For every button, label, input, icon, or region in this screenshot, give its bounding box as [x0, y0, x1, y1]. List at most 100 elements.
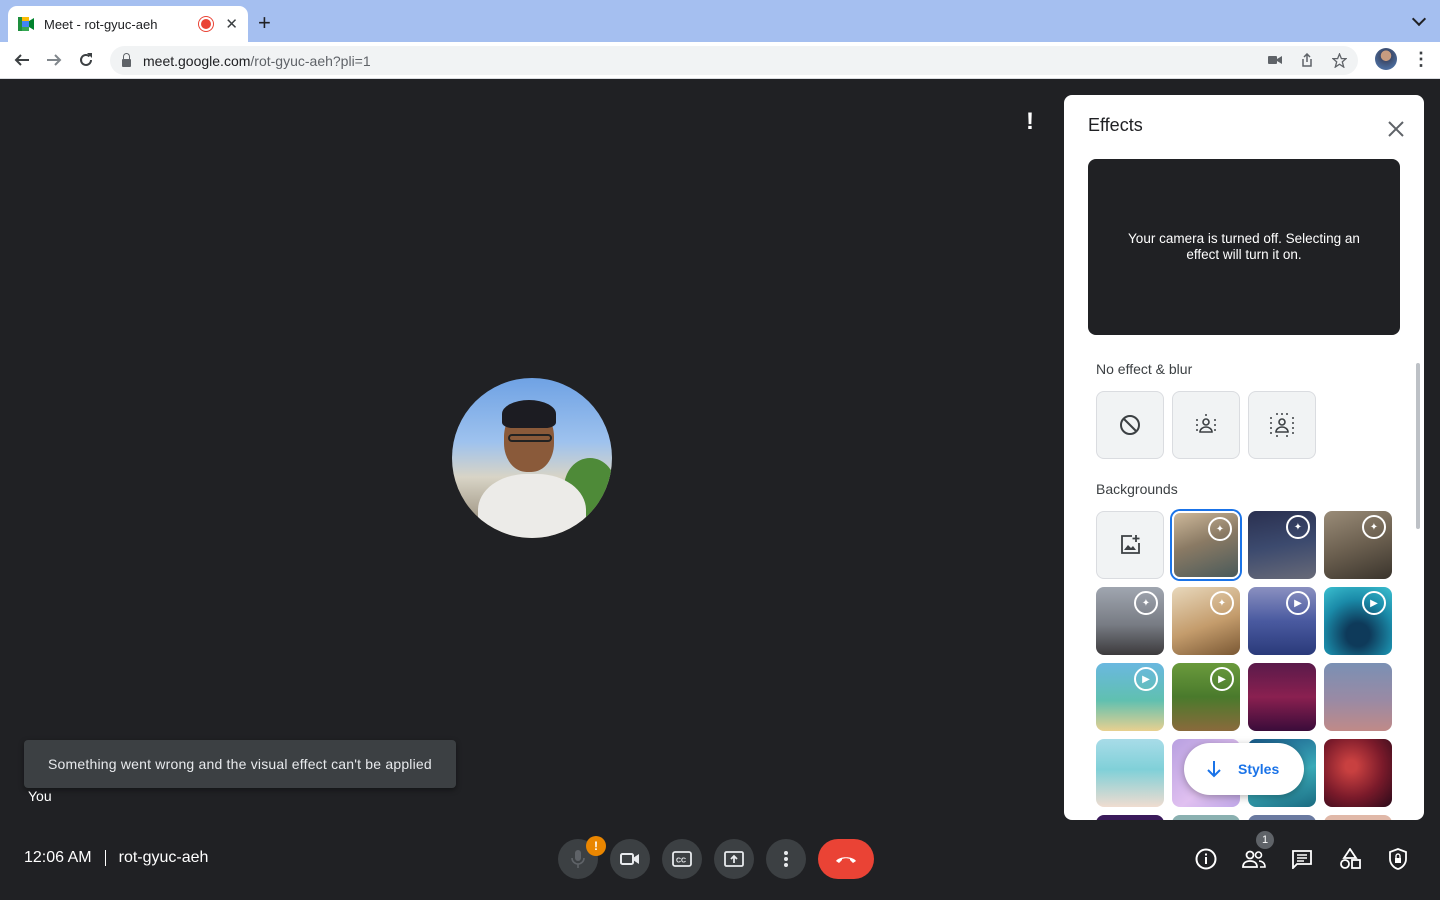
close-icon[interactable] [1384, 117, 1408, 141]
alert-icon[interactable]: ! [1026, 108, 1034, 136]
no-effect-section-label: No effect & blur [1096, 361, 1193, 377]
present-button[interactable] [714, 839, 754, 879]
tab-close-icon[interactable]: ✕ [225, 15, 238, 33]
browser-tab[interactable]: Meet - rot-gyuc-aeh ✕ [8, 6, 248, 42]
camera-blocked-icon[interactable] [1266, 51, 1284, 69]
no-effect-button[interactable] [1096, 391, 1164, 459]
panel-scrollbar[interactable] [1416, 363, 1420, 529]
captions-button[interactable]: CC [662, 839, 702, 879]
bg-window-desk-tile[interactable]: ✦ [1096, 587, 1164, 655]
camera-preview: Your camera is turned off. Selecting an … [1088, 159, 1400, 335]
url-host: meet.google.com [143, 52, 251, 69]
tab-title: Meet - rot-gyuc-aeh [44, 16, 158, 32]
tab-search-icon[interactable] [1411, 11, 1427, 27]
bg-beach-cartoon-tile[interactable]: ▶ [1096, 663, 1164, 731]
address-bar[interactable]: meet.google.com/rot-gyuc-aeh?pli=1 [110, 46, 1358, 75]
block-icon [1120, 415, 1140, 435]
shield-lock-icon [1389, 848, 1407, 870]
browser-menu-icon[interactable]: ⋮ [1412, 50, 1430, 68]
blur-light-icon [1196, 414, 1216, 433]
add-image-icon [1121, 535, 1140, 554]
side-panel-toggles: 1 [1182, 831, 1422, 881]
meeting-time: 12:06 AM [24, 849, 92, 866]
bg-bookshelf-tile[interactable]: ✦ [1324, 511, 1392, 579]
bg-space-chair-tile[interactable]: ▶ [1248, 587, 1316, 655]
bg-partial-tile[interactable] [1096, 815, 1164, 820]
animated-effect-icon: ✦ [1362, 515, 1386, 539]
styles-button[interactable]: Styles [1184, 743, 1304, 795]
bg-sunset-gradient-tile[interactable] [1324, 663, 1392, 731]
bg-night-city-tile[interactable]: ✦ [1248, 511, 1316, 579]
effects-panel-title: Effects [1088, 115, 1143, 135]
call-controls: ! CC [558, 836, 874, 879]
bg-theater-tile[interactable] [1248, 663, 1316, 731]
meet-logo-icon [18, 17, 34, 31]
mic-icon [571, 850, 585, 868]
forward-icon[interactable] [42, 48, 66, 72]
styles-button-label: Styles [1238, 761, 1280, 777]
chat-icon [1292, 850, 1312, 869]
reload-icon[interactable] [74, 48, 98, 72]
profile-avatar[interactable] [1375, 48, 1397, 70]
host-controls-button[interactable] [1374, 837, 1422, 881]
participant-count-badge: 1 [1256, 831, 1274, 849]
people-button[interactable]: 1 [1230, 831, 1278, 881]
camera-icon [620, 853, 639, 865]
animated-effect-icon: ▶ [1286, 591, 1310, 615]
new-tab-icon[interactable]: + [258, 12, 271, 34]
browser-toolbar: meet.google.com/rot-gyuc-aeh?pli=1 ⋮ [0, 42, 1440, 79]
svg-text:CC: CC [676, 858, 686, 865]
slight-blur-button[interactable] [1172, 391, 1240, 459]
animated-effect-icon: ✦ [1208, 517, 1232, 541]
animated-effect-icon: ▶ [1134, 667, 1158, 691]
bg-underwater-tile[interactable]: ▶ [1324, 587, 1392, 655]
url-path: /rot-gyuc-aeh?pli=1 [250, 52, 371, 69]
recording-indicator-icon [201, 19, 212, 29]
microphone-button[interactable]: ! [558, 836, 606, 879]
present-screen-icon [724, 851, 744, 867]
bg-forest-cartoon-tile[interactable]: ▶ [1172, 663, 1240, 731]
self-avatar [452, 378, 612, 538]
self-name-label: You [28, 788, 52, 804]
animated-effect-icon: ✦ [1210, 591, 1234, 615]
people-icon [1242, 850, 1266, 868]
meeting-details-button[interactable] [1182, 837, 1230, 881]
bg-warm-room-tile[interactable]: ✦ [1172, 587, 1240, 655]
more-options-button[interactable] [766, 839, 806, 879]
captions-icon: CC [672, 851, 692, 867]
arrow-down-icon [1207, 761, 1221, 778]
upload-background-button[interactable] [1096, 511, 1164, 579]
error-snackbar: Something went wrong and the visual effe… [24, 740, 456, 788]
camera-button[interactable] [610, 839, 650, 879]
tab-strip: Meet - rot-gyuc-aeh ✕ + [0, 0, 1440, 42]
blur-strong-icon [1270, 413, 1294, 437]
meeting-details: 12:06 AM rot-gyuc-aeh [24, 849, 208, 867]
effects-panel: Effects Your camera is turned off. Selec… [1064, 95, 1424, 820]
activities-button[interactable] [1326, 837, 1374, 881]
backgrounds-section-label: Backgrounds [1096, 481, 1178, 497]
leave-call-button[interactable] [818, 839, 874, 879]
info-icon [1195, 848, 1217, 870]
animated-effect-icon: ▶ [1210, 667, 1234, 691]
bg-partial-tile[interactable] [1172, 815, 1240, 820]
bg-red-nebula-tile[interactable] [1324, 739, 1392, 807]
blur-button[interactable] [1248, 391, 1316, 459]
bookmark-star-icon[interactable] [1330, 51, 1348, 69]
activities-icon [1340, 848, 1361, 869]
bg-living-room-tile[interactable]: ✦ [1172, 511, 1240, 579]
lock-icon [122, 52, 131, 67]
back-icon[interactable] [10, 48, 34, 72]
bg-partial-tile[interactable] [1324, 815, 1392, 820]
animated-effect-icon: ▶ [1362, 591, 1386, 615]
mic-warning-badge: ! [586, 836, 606, 856]
end-call-icon [836, 857, 856, 863]
chat-button[interactable] [1278, 837, 1326, 881]
meeting-code: rot-gyuc-aeh [118, 849, 209, 866]
animated-effect-icon: ✦ [1134, 591, 1158, 615]
divider [104, 850, 106, 866]
bg-partial-tile[interactable] [1248, 815, 1316, 820]
animated-effect-icon: ✦ [1286, 515, 1310, 539]
share-icon[interactable] [1298, 51, 1316, 69]
bg-beach-tile[interactable] [1096, 739, 1164, 807]
more-vert-icon [784, 851, 788, 867]
